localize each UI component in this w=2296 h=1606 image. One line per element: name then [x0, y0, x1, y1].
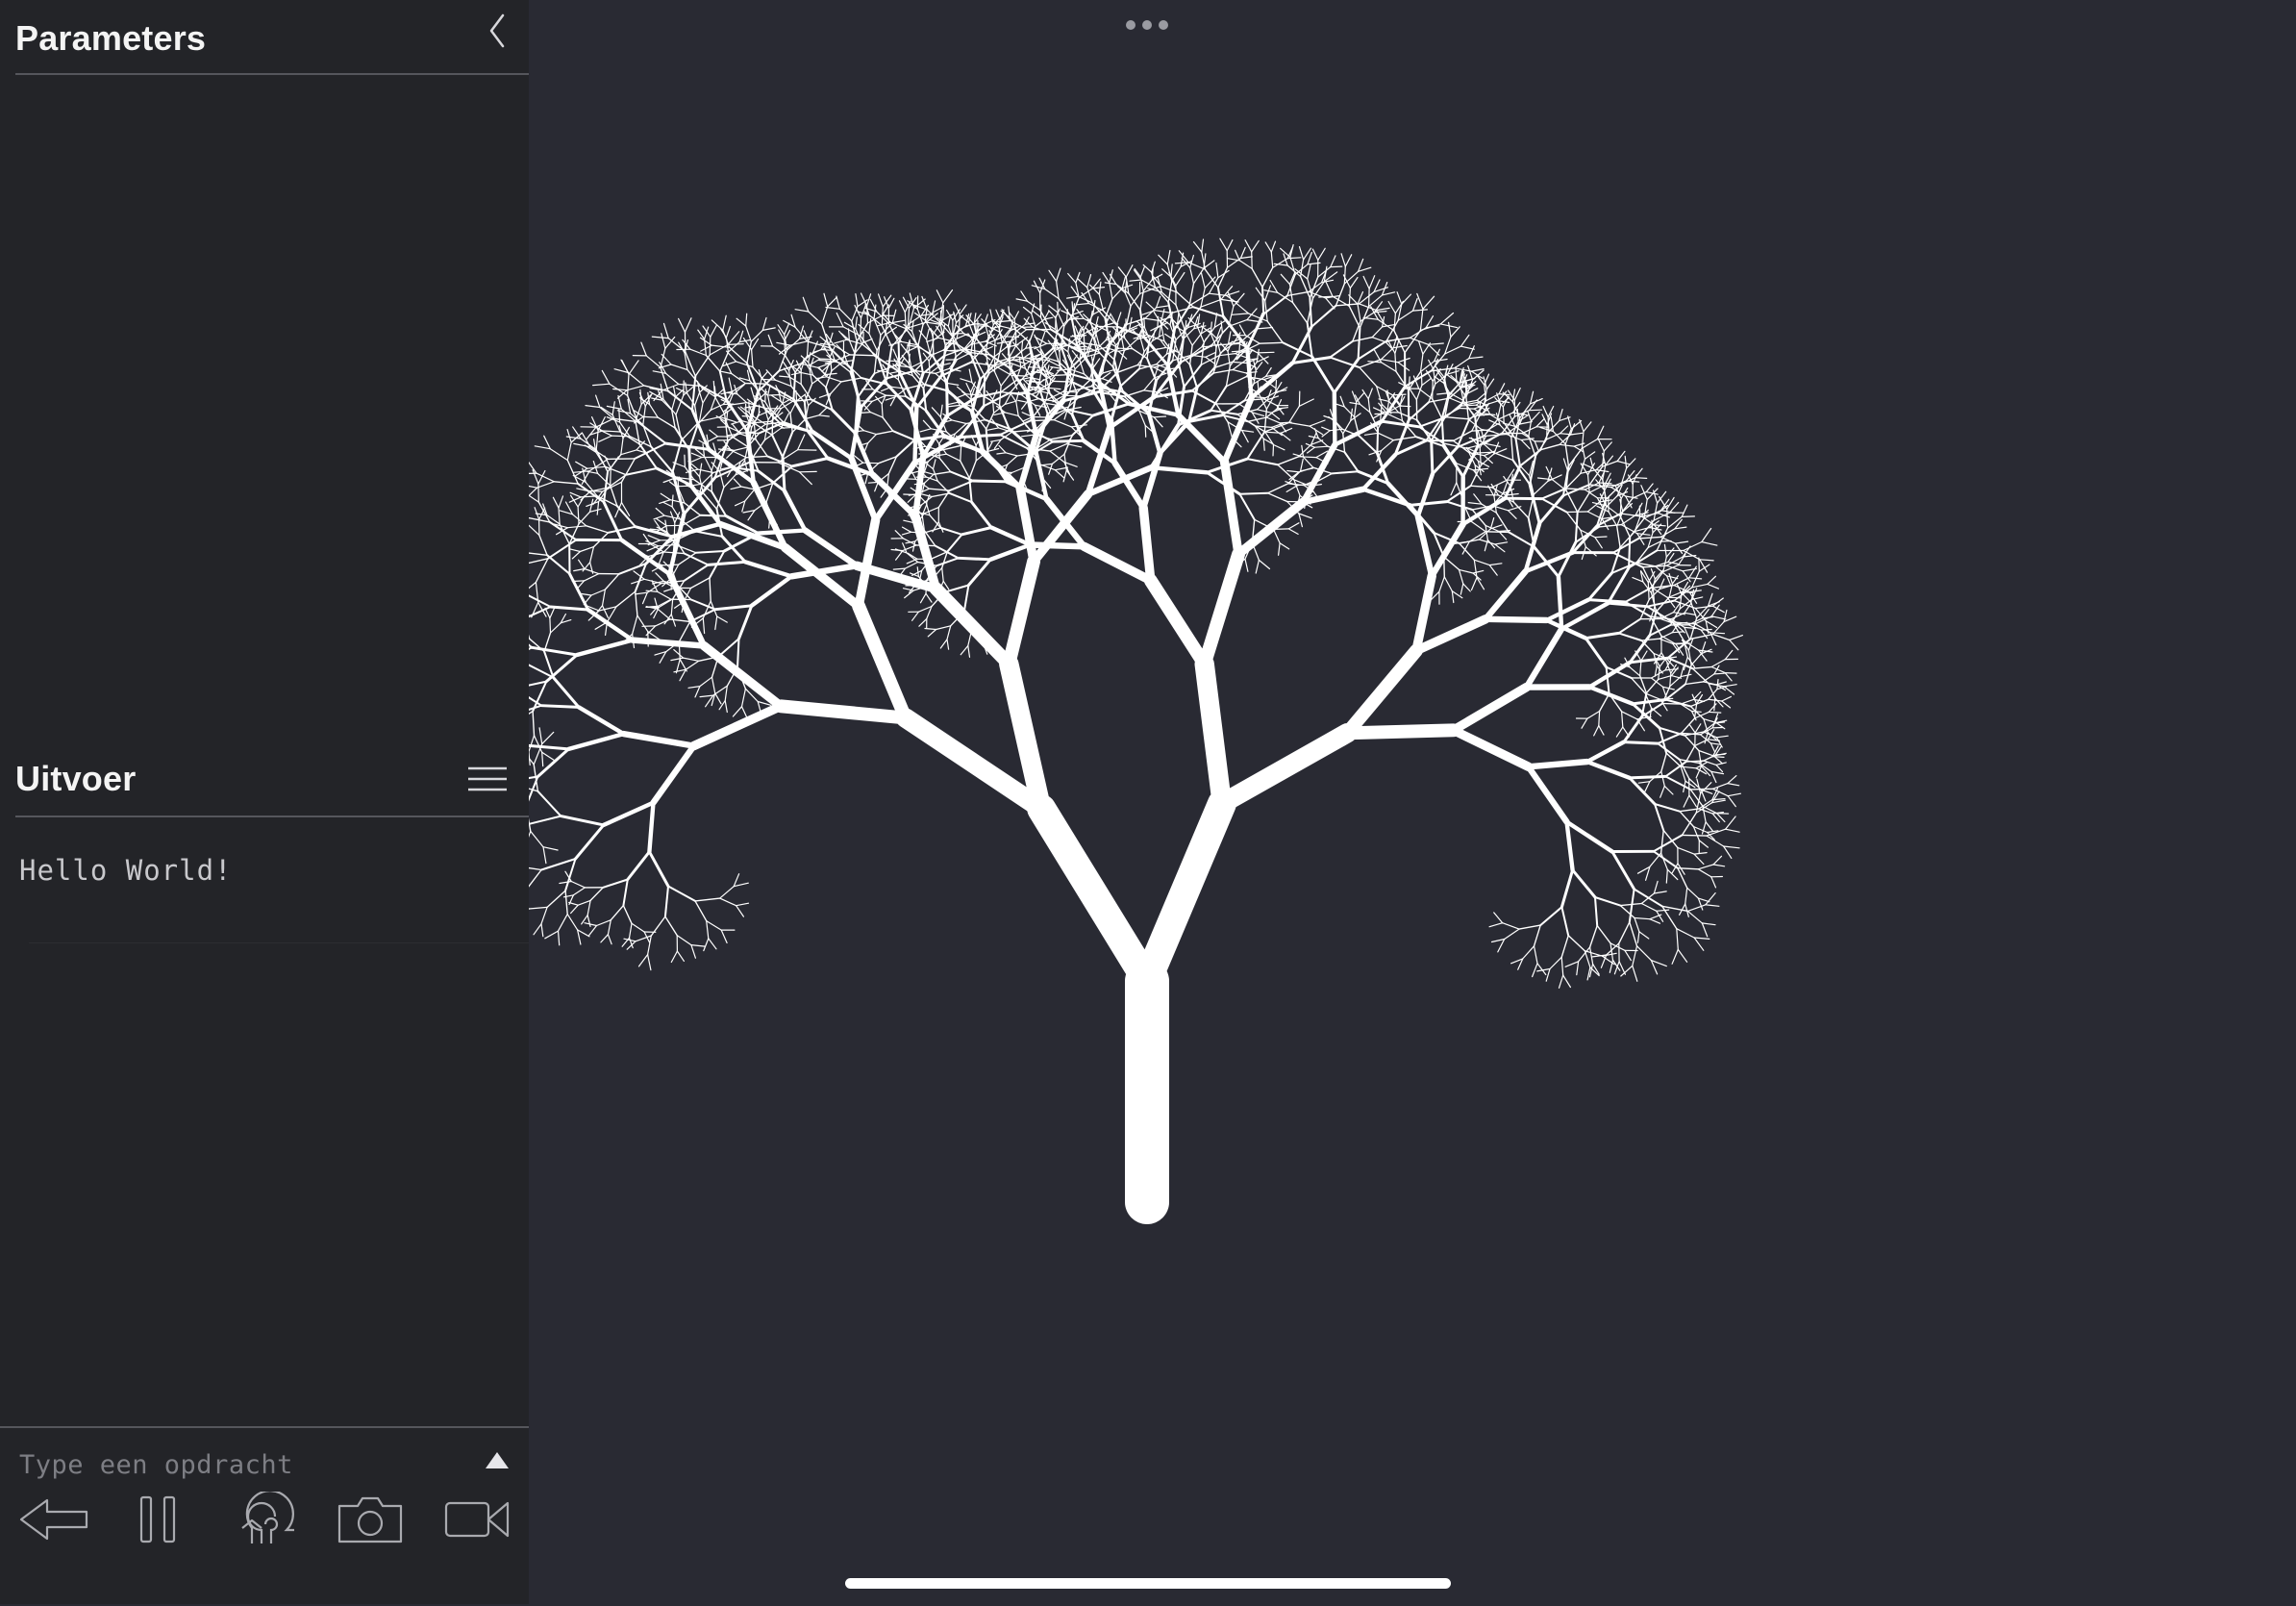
video-camera-icon — [443, 1498, 511, 1541]
camera-icon — [337, 1494, 404, 1544]
command-input[interactable] — [17, 1442, 463, 1488]
output-menu-button[interactable] — [463, 755, 512, 803]
fractal-tree — [529, 238, 1742, 1202]
chevron-left-icon — [487, 13, 507, 48]
ellipsis-icon[interactable] — [1123, 13, 1171, 37]
screenshot-button[interactable] — [332, 1486, 409, 1553]
collapse-sidebar-button[interactable] — [473, 2, 521, 60]
output-console-text: Hello World! — [19, 854, 233, 887]
fractal-tree-canvas — [529, 0, 2296, 1604]
pause-icon — [138, 1494, 177, 1544]
back-button[interactable] — [15, 1486, 92, 1553]
record-button[interactable] — [438, 1486, 515, 1553]
output-header: Uitvoer — [15, 742, 529, 817]
restart-button[interactable] — [226, 1486, 303, 1553]
home-indicator[interactable] — [845, 1578, 1451, 1589]
pause-button[interactable] — [119, 1486, 196, 1553]
command-bar — [0, 1426, 529, 1606]
restart-icon — [233, 1492, 296, 1547]
sidebar: Parameters Uitvoer Hello World! — [0, 0, 529, 1604]
hamburger-menu-icon — [467, 765, 508, 792]
triangle-up-icon[interactable] — [483, 1449, 512, 1472]
output-title: Uitvoer — [15, 759, 136, 799]
parameters-header: Parameters — [15, 0, 529, 75]
parameters-title: Parameters — [15, 18, 206, 59]
output-divider — [29, 942, 529, 943]
arrow-left-icon — [18, 1496, 89, 1543]
